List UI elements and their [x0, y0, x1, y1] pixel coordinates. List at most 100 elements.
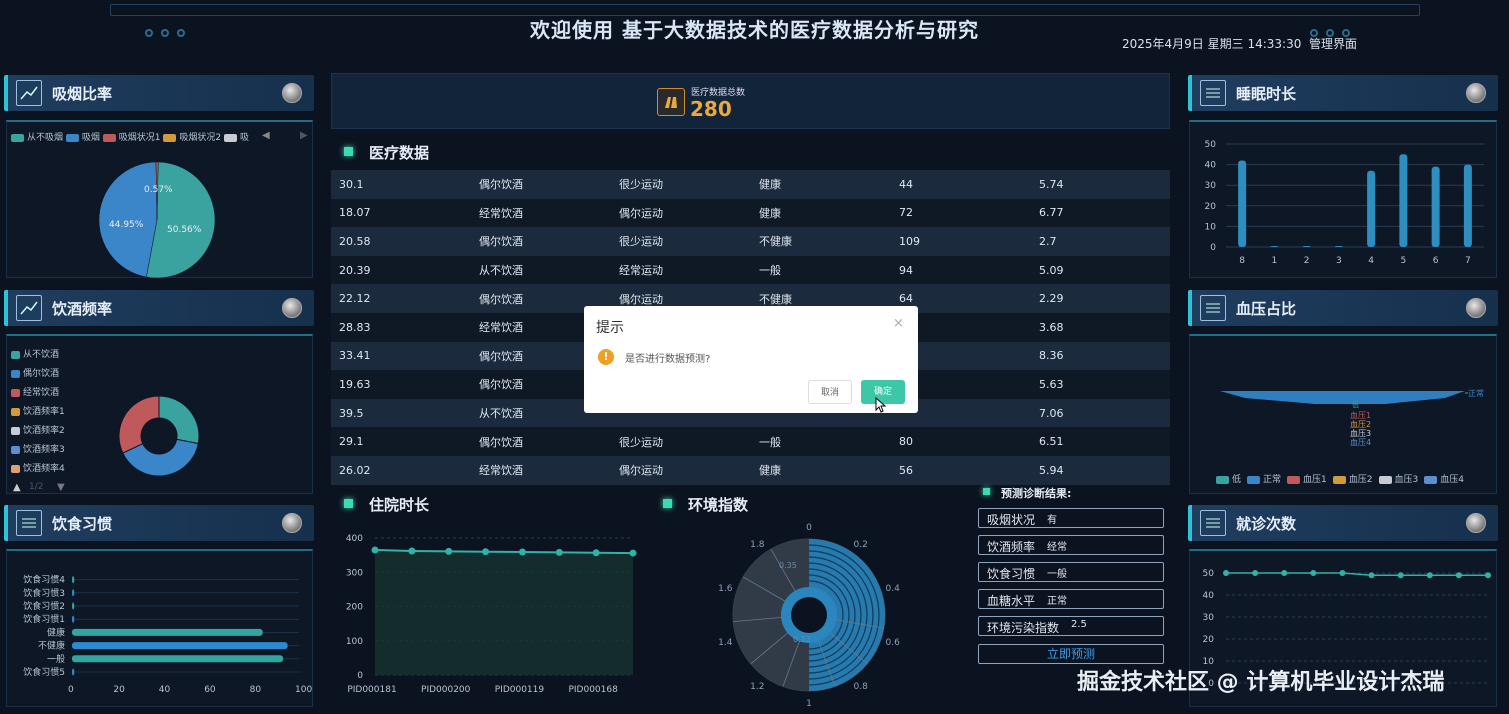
x-tick: 2 [1304, 256, 1310, 266]
section-marker [983, 488, 990, 495]
funnel-label: 血压3 [1350, 428, 1371, 438]
admin-link[interactable]: 管理界面 [1309, 37, 1357, 51]
legend-next-icon[interactable]: ▶ [300, 130, 308, 141]
prediction-field[interactable]: 饮食习惯 一般 [978, 562, 1164, 582]
polar-tick: 0.6 [886, 638, 901, 648]
bar [72, 628, 263, 636]
list-icon [1200, 295, 1226, 321]
prediction-field[interactable]: 饮酒频率 经常 [978, 535, 1164, 555]
table-cell: 7.06 [1039, 406, 1064, 420]
settings-knob-icon[interactable] [1466, 298, 1486, 318]
field-value: 一般 [1047, 569, 1067, 580]
table-cell: 经常运动 [619, 264, 663, 278]
pager-down-icon[interactable]: ▼ [57, 482, 65, 493]
chart-icon [16, 295, 42, 321]
y-tick: 饮食习惯4 [23, 574, 65, 586]
legend-prev-icon[interactable]: ◀ [262, 130, 270, 141]
pager-up-icon[interactable]: ▲ [13, 482, 21, 493]
table-cell: 6.77 [1039, 206, 1064, 220]
table-cell: 经常饮酒 [479, 464, 523, 478]
legend-item[interactable]: 血压3 [1378, 475, 1418, 485]
bar [72, 576, 75, 584]
legend-item[interactable]: 血压4 [1424, 475, 1464, 485]
table-cell: 偶尔运动 [619, 206, 663, 220]
bar [72, 589, 75, 597]
settings-knob-icon[interactable] [1466, 83, 1486, 103]
x-tick: 7 [1465, 256, 1471, 266]
legend-item[interactable]: 饮酒频率4 [11, 460, 65, 479]
section-marker [344, 499, 353, 508]
polar-inner-label: 0.12 [793, 635, 811, 644]
data-point [408, 547, 416, 555]
table-row: 20.39 从不饮酒 经常运动 一般 94 5.09 [331, 255, 1170, 285]
y-tick: 30 [1205, 181, 1217, 191]
bp-funnel-chart: 正常 低 血压1 血压2 血压3 血压4 [1220, 389, 1484, 447]
bar [72, 615, 75, 623]
predict-button[interactable]: 立即预测 [978, 644, 1164, 664]
table-cell: 健康 [759, 464, 781, 478]
settings-knob-icon[interactable] [1466, 513, 1486, 533]
legend-item[interactable]: 血压2 [1332, 475, 1373, 485]
table-cell: 28.83 [339, 320, 371, 334]
smoking-pie: 50.56% 44.95% 0.57% [98, 161, 216, 279]
field-label: 吸烟状况 [987, 513, 1036, 527]
prediction-field[interactable]: 血糖水平 正常 [978, 589, 1164, 609]
records-icon [657, 88, 685, 116]
table-row: 20.58 偶尔饮酒 很少运动 不健康 109 2.7 [331, 227, 1170, 256]
table-cell: 20.39 [339, 263, 371, 277]
legend-item[interactable]: 饮酒频率2 [11, 422, 65, 441]
y-tick: 饮食习惯2 [23, 600, 65, 612]
y-tick: 100 [346, 637, 363, 647]
settings-knob-icon[interactable] [282, 83, 302, 103]
x-tick: 5 [1401, 256, 1407, 266]
legend-item[interactable]: 经常饮酒 [11, 384, 65, 403]
legend-item[interactable]: 偶尔饮酒 [11, 365, 65, 384]
prediction-field[interactable]: 环境污染指数 2.5 [978, 616, 1164, 636]
legend-item[interactable]: 从不饮酒 [11, 346, 65, 365]
legend-item[interactable]: 饮酒频率3 [11, 441, 65, 460]
diet-title: 饮食习惯 [52, 515, 113, 533]
smoking-legend[interactable]: 从不吸烟 吸烟 吸烟状况1 吸烟状况2 吸 [11, 130, 249, 143]
data-point [1339, 570, 1346, 576]
cancel-button[interactable]: 取消 [808, 380, 852, 404]
field-label: 饮酒频率 [987, 540, 1036, 554]
table-cell: 6.51 [1039, 435, 1064, 449]
y-tick: 200 [346, 603, 363, 613]
bar [72, 655, 284, 663]
funnel-label: 低 [1352, 400, 1359, 409]
legend-item[interactable]: 血压1 [1287, 475, 1327, 485]
settings-knob-icon[interactable] [282, 298, 302, 318]
y-tick: 一般 [47, 653, 65, 665]
pager-text: 1/2 [29, 482, 44, 492]
bp-legend[interactable]: 低正常 血压1 血压2 血压3 血压4 [1216, 472, 1470, 485]
x-tick: 6 [1433, 256, 1439, 266]
legend-item[interactable]: 低 [1216, 475, 1241, 485]
x-tick: 80 [250, 685, 262, 695]
hospital-title: 住院时长 [369, 496, 430, 514]
table-cell: 2.7 [1039, 234, 1057, 248]
field-value: 有 [1047, 515, 1057, 526]
legend-item[interactable]: 饮酒频率1 [11, 403, 65, 422]
y-tick: 饮食习惯1 [23, 613, 65, 625]
table-cell: 19.63 [339, 377, 371, 391]
dialog-message: 是否进行数据预测? [625, 354, 711, 365]
table-cell: 很少运动 [619, 435, 663, 449]
legend-item[interactable]: 正常 [1247, 475, 1281, 485]
y-tick: 300 [346, 568, 363, 578]
dialog-title: 提示 [596, 320, 624, 336]
table-cell: 偶尔饮酒 [479, 435, 523, 449]
table-row: 29.1 偶尔饮酒 很少运动 一般 80 6.51 [331, 427, 1170, 456]
drinking-legend[interactable]: 从不饮酒 偶尔饮酒 经常饮酒 饮酒频率1 饮酒频率2 饮酒频率3 饮酒频率4 [11, 346, 65, 479]
data-point [1310, 570, 1317, 576]
settings-knob-icon[interactable] [282, 513, 302, 533]
prediction-field[interactable]: 吸烟状况有 [978, 508, 1164, 528]
close-icon[interactable]: × [893, 316, 904, 331]
drinking-panel: 从不饮酒 偶尔饮酒 经常饮酒 饮酒频率1 饮酒频率2 饮酒频率3 饮酒频率4 ▲ 1/2 ▼ [6, 334, 313, 494]
table-cell: 经常饮酒 [479, 206, 523, 220]
bp-panel: 正常 低 血压1 血压2 血压3 血压4 低正常 血压1 血压2 血压3 血压4 [1189, 334, 1497, 494]
polar-tick: 0.2 [854, 540, 868, 550]
table-cell: 33.41 [339, 349, 371, 363]
table-cell: 29.1 [339, 435, 364, 449]
x-tick: 4 [1368, 256, 1374, 266]
funnel-segment [1220, 391, 1465, 404]
